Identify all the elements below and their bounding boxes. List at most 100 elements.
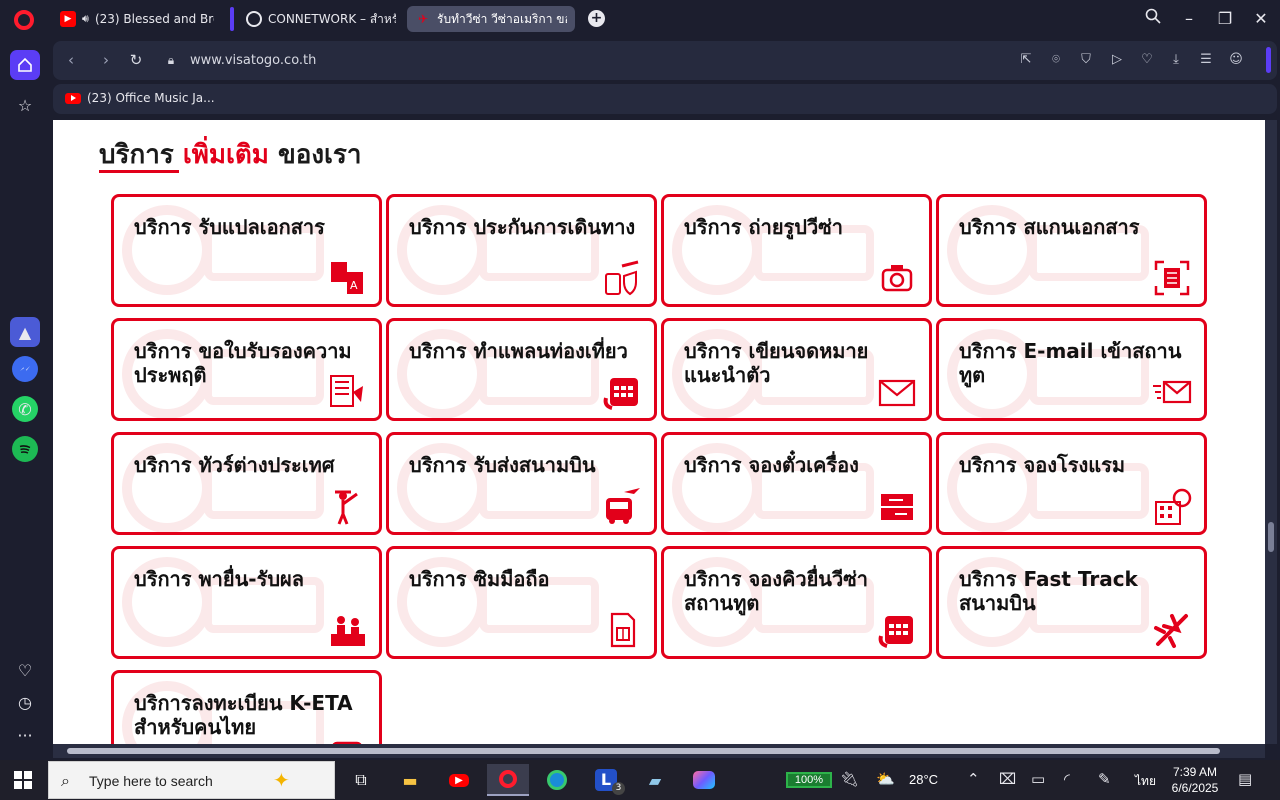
tab-visatogo[interactable]: ✈ รับทำวีซ่า วีซ่าอเมริกา ขอวีซ่าอ	[407, 6, 575, 32]
section-heading: บริการ เพิ่มเติม ของเรา	[99, 140, 362, 170]
search-icon: ⌕	[61, 771, 70, 790]
service-card[interactable]: บริการ สแกนเอกสาร	[936, 194, 1207, 307]
url-field[interactable]: www.visatogo.co.th	[190, 53, 316, 68]
service-card[interactable]: บริการ ประกันการเดินทาง	[386, 194, 657, 307]
pen-icon[interactable]: ✎	[1098, 770, 1111, 788]
profile-icon[interactable]: ☺	[1227, 51, 1245, 69]
edge-icon[interactable]	[536, 764, 578, 796]
back-icon[interactable]: ‹	[61, 50, 81, 70]
copilot-sparkle-icon: ✦	[273, 768, 290, 792]
home-icon[interactable]	[10, 50, 40, 80]
service-card[interactable]: บริการ จองตั๋วเครื่อง	[661, 432, 932, 535]
meet-icon[interactable]: ⌧	[999, 770, 1016, 788]
taskbar-search-input[interactable]: ⌕ Type here to search ✦	[48, 761, 335, 799]
heading-underline	[99, 170, 179, 173]
service-card[interactable]: บริการ เขียนจดหมายแนะนำตัว	[661, 318, 932, 421]
clock-time: 7:39 AM	[1172, 765, 1218, 779]
tab-connetwork[interactable]: CONNETWORK – สำหรับให้	[238, 6, 404, 32]
shield-icon[interactable]: ⛉	[1077, 51, 1095, 69]
temperature[interactable]: 28°C	[909, 772, 938, 787]
battery-icon[interactable]: ▭	[1031, 770, 1045, 788]
calendar-phone-icon	[877, 610, 917, 650]
svg-text:A: A	[350, 279, 358, 292]
service-title: บริการ สแกนเอกสาร	[959, 215, 1140, 239]
service-card[interactable]: บริการ จองคิวยื่นวีซ่าสถานทูต	[661, 546, 932, 659]
line-app-icon[interactable]: L 3	[585, 764, 627, 796]
close-window-button[interactable]: ✕	[1249, 8, 1273, 30]
battery-indicator[interactable]: 100%	[786, 772, 832, 788]
tab-youtube[interactable]: ▶ 🔊︎ (23) Blessed and Broke	[52, 6, 222, 32]
maximize-button[interactable]: ❐	[1213, 8, 1237, 30]
clock-date: 6/6/2025	[1171, 781, 1219, 795]
service-title: บริการ ถ่ายรูปวีซ่า	[684, 215, 844, 239]
service-title: บริการ รับแปลเอกสาร	[134, 215, 325, 239]
service-title: บริการ รับส่งสนามบิน	[409, 453, 596, 477]
task-view-icon[interactable]: ⧉	[340, 764, 382, 796]
microsoft-365-icon[interactable]	[683, 764, 725, 796]
wifi-icon[interactable]: ◜	[1064, 770, 1070, 788]
weather-icon[interactable]: ⛅	[876, 770, 895, 788]
new-tab-button[interactable]: +	[588, 10, 605, 27]
easy-setup-icon[interactable]: ☰	[1197, 51, 1215, 69]
youtube-app-icon[interactable]: ▶	[438, 764, 480, 796]
windows-taskbar: ⌕ Type here to search ✦ ⧉ ▬ ▶ L 3 ▰ 100%…	[0, 760, 1280, 800]
bookmark-item[interactable]: (23) Office Music Ja...	[65, 91, 215, 105]
service-card[interactable]: บริการ Fast Track สนามบิน	[936, 546, 1207, 659]
messenger-icon[interactable]	[12, 356, 38, 382]
scroll-thumb[interactable]	[1268, 522, 1274, 552]
whatsapp-icon[interactable]: ✆	[12, 396, 38, 422]
service-card[interactable]: บริการ รับส่งสนามบิน	[386, 432, 657, 535]
input-language[interactable]: ไทย	[1135, 772, 1156, 791]
flight-ticket-icon	[877, 486, 917, 526]
web-page: บริการ เพิ่มเติม ของเรา บริการ รับแปลเอก…	[53, 120, 1265, 744]
favorite-icon[interactable]: ♡	[1138, 51, 1156, 69]
service-card[interactable]: บริการ ทำแพลนท่องเที่ยว	[386, 318, 657, 421]
sim-card-icon	[602, 610, 642, 650]
notes-app-icon[interactable]: ▰	[634, 764, 676, 796]
service-card[interactable]: บริการลงทะเบียน K-ETA สำหรับคนไทย	[111, 670, 382, 744]
scroll-thumb[interactable]	[67, 748, 1220, 754]
tab-search-icon[interactable]	[1141, 8, 1165, 30]
service-card[interactable]: บริการ พายื่น-รับผล	[111, 546, 382, 659]
clock[interactable]: 7:39 AM 6/6/2025	[1164, 764, 1226, 796]
service-card[interactable]: บริการ ทัวร์ต่างประเทศ	[111, 432, 382, 535]
reload-icon[interactable]: ↻	[126, 50, 146, 70]
aria-icon[interactable]: ▲	[10, 317, 40, 347]
service-card[interactable]: บริการ ถ่ายรูปวีซ่า	[661, 194, 932, 307]
snapshot-icon[interactable]: ⌾	[1047, 51, 1065, 69]
lock-icon[interactable]: 🔒︎	[161, 50, 181, 70]
file-explorer-icon[interactable]: ▬	[389, 764, 431, 796]
opera-taskbar-icon[interactable]	[487, 764, 529, 796]
youtube-icon	[65, 92, 81, 104]
chevron-up-icon[interactable]: ⌃	[967, 770, 980, 788]
service-card[interactable]: บริการ E-mail เข้าสถานทูต	[936, 318, 1207, 421]
horizontal-scrollbar[interactable]	[53, 744, 1265, 758]
envelope-icon	[877, 372, 917, 412]
star-icon[interactable]: ☆	[10, 90, 40, 120]
forward-icon[interactable]: ›	[96, 50, 116, 70]
spotify-icon[interactable]	[12, 436, 38, 462]
service-card[interactable]: บริการ รับแปลเอกสาร A	[111, 194, 382, 307]
heart-icon[interactable]: ♡	[10, 655, 40, 685]
more-icon[interactable]: ···	[10, 720, 40, 750]
service-card[interactable]: บริการ ขอใบรับรองความประพฤติ	[111, 318, 382, 421]
share-icon[interactable]: ⇱	[1017, 51, 1035, 69]
youtube-icon: ▶	[60, 11, 76, 27]
windows-start-icon[interactable]	[14, 771, 32, 789]
minimize-button[interactable]: –	[1177, 8, 1201, 30]
service-card[interactable]: บริการ จองโรงแรม	[936, 432, 1207, 535]
globe-icon	[246, 11, 262, 27]
history-icon[interactable]: ◷	[10, 687, 40, 717]
service-title: บริการ จองโรงแรม	[959, 453, 1126, 477]
download-icon[interactable]: ⤓	[1167, 51, 1185, 69]
sidebar-toggle[interactable]	[1266, 47, 1271, 73]
translate-icon: A	[327, 258, 367, 298]
service-card[interactable]: บริการ ซิมมือถือ	[386, 546, 657, 659]
notification-icon[interactable]: ▤	[1238, 770, 1252, 788]
send-icon[interactable]: ▷	[1108, 51, 1126, 69]
vertical-scrollbar[interactable]	[1265, 120, 1277, 744]
opera-logo-icon[interactable]	[14, 10, 34, 30]
service-title: บริการ Fast Track สนามบิน	[959, 567, 1138, 615]
service-title: บริการ จองคิวยื่นวีซ่าสถานทูต	[684, 567, 869, 615]
certificate-icon	[327, 372, 367, 412]
